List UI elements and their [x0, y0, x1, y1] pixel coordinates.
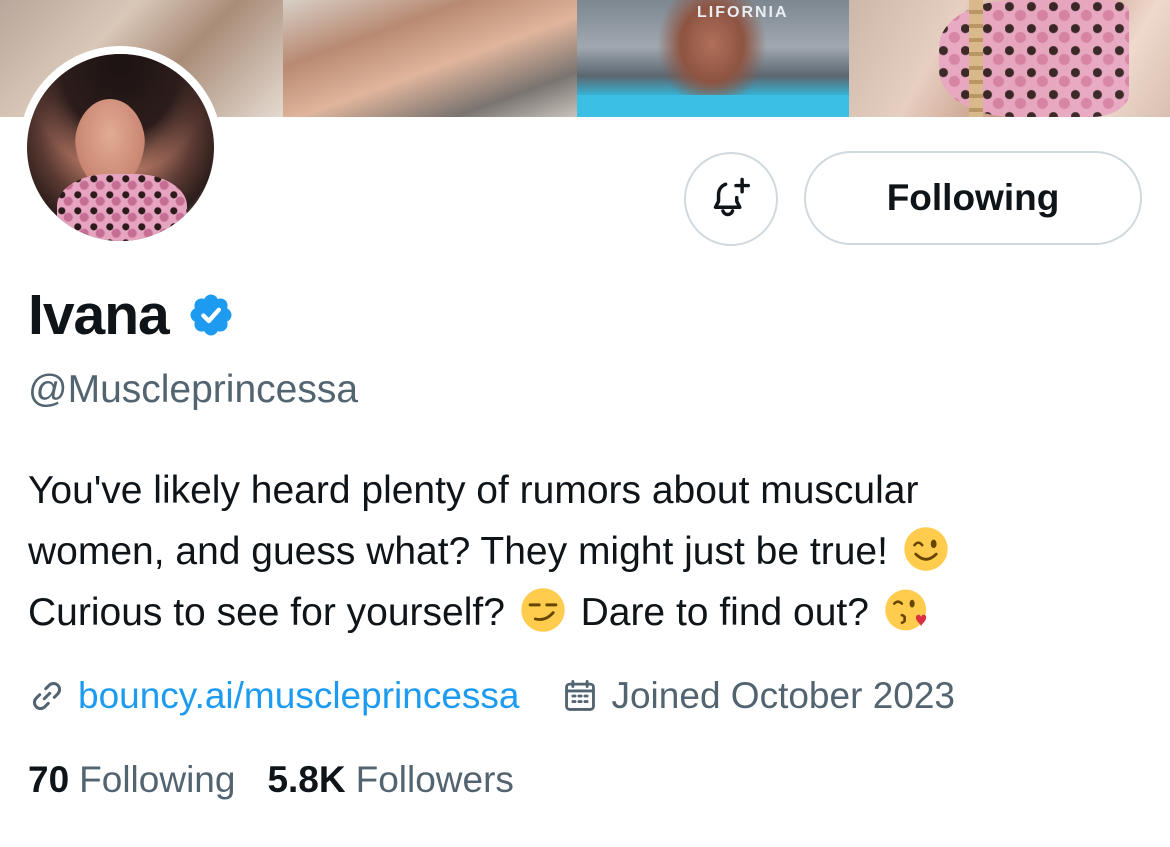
- following-button[interactable]: Following: [804, 151, 1142, 245]
- avatar-outfit: [57, 174, 187, 241]
- display-name: Ivana: [28, 283, 170, 347]
- profile-name-row: Ivana: [28, 280, 235, 350]
- banner-lace: [969, 0, 983, 117]
- link-icon: [33, 682, 61, 710]
- face-blowing-kiss-emoji-icon: [885, 589, 926, 631]
- followers-stat[interactable]: 5.8K Followers: [267, 759, 513, 801]
- following-count: 70: [28, 759, 70, 800]
- banner-photo-3: LIFORNIA: [577, 0, 849, 117]
- join-date-text: Joined October 2023: [611, 675, 955, 716]
- bio-text-3: Curious to see for yourself?: [28, 591, 505, 634]
- banner-photo-4: [849, 0, 1170, 117]
- winking-face-emoji-icon: [904, 527, 948, 571]
- bio-line-2: women, and guess what? They might just b…: [28, 521, 1128, 582]
- followers-count: 5.8K: [267, 759, 346, 800]
- profile-bio: You've likely heard plenty of rumors abo…: [28, 460, 1128, 643]
- bio-line-1: You've likely heard plenty of rumors abo…: [28, 460, 1128, 521]
- followers-label: Followers: [355, 759, 514, 800]
- bio-text-1: You've likely heard plenty of rumors abo…: [28, 469, 919, 512]
- notifications-button[interactable]: [684, 152, 778, 246]
- following-label: Following: [79, 759, 236, 800]
- banner-leopard-print: [939, 0, 1129, 117]
- profile-website-link[interactable]: bouncy.ai/muscleprincessa: [78, 675, 519, 717]
- banner-stage-text: LIFORNIA: [697, 4, 789, 21]
- follow-stats: 70 Following 5.8K Followers: [28, 752, 514, 808]
- bio-text-2: women, and guess what? They might just b…: [28, 530, 888, 573]
- profile-meta: bouncy.ai/muscleprincessa Joined October…: [28, 668, 955, 724]
- join-date: Joined October 2023: [561, 675, 955, 717]
- smirking-face-emoji-icon: [521, 588, 565, 632]
- verified-badge-icon[interactable]: [187, 291, 235, 339]
- banner-photo-2: [283, 0, 577, 117]
- bio-line-3: Curious to see for yourself? Dare to fin…: [28, 582, 1128, 643]
- following-stat[interactable]: 70 Following: [28, 759, 235, 801]
- bell-plus-icon: [713, 177, 750, 217]
- profile-handle: @Muscleprincessa: [28, 368, 359, 411]
- avatar[interactable]: [27, 54, 214, 241]
- bio-text-4: Dare to find out?: [580, 591, 869, 634]
- banner-stage-floor: [577, 95, 849, 117]
- calendar-icon: [565, 680, 596, 711]
